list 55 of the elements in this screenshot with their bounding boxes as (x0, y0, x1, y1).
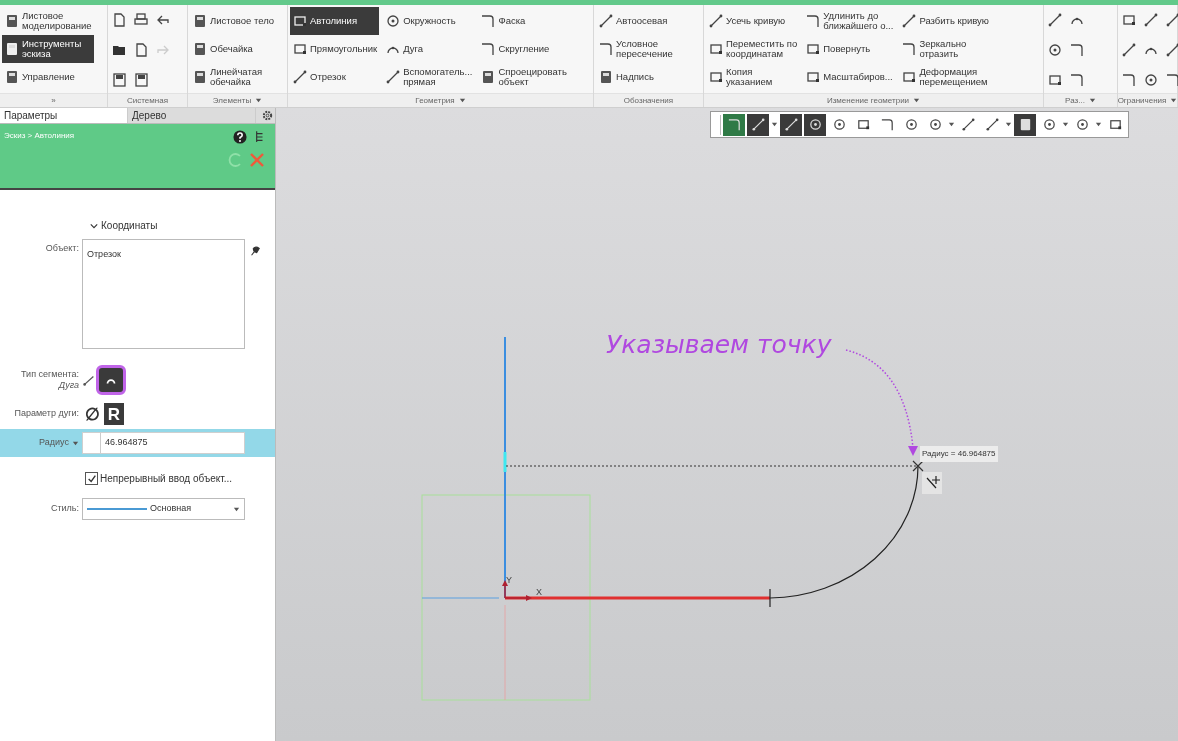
ribbon-tool[interactable]: Зеркально отразить (899, 35, 991, 63)
ribbon-tool[interactable]: Повернуть (803, 35, 896, 63)
ribbon-tool[interactable]: Прямоугольник (290, 35, 380, 63)
ribbon-tool[interactable]: Масштабиров... (803, 63, 896, 91)
group-label: » (51, 94, 56, 107)
field-label: Объект: (44, 242, 80, 255)
group-label: Элементы (212, 94, 252, 107)
section-title: Координаты (101, 219, 158, 233)
ribbon-tool[interactable]: Фаска (478, 7, 569, 35)
radius-field[interactable]: 46.964875 (82, 432, 245, 454)
ribbon-tool[interactable]: Отрезок (290, 63, 380, 91)
ribbon-tool[interactable]: Усечь кривую (706, 7, 800, 35)
ribbon-tool[interactable]: Копия указанием (706, 63, 800, 91)
radius-tooltip: Радиус = 46.964875 (920, 446, 998, 462)
toggle-button[interactable]: R (104, 403, 124, 425)
ribbon-tool[interactable]: Деформация перемещением (899, 63, 991, 91)
ribbon-tool[interactable]: Вспомогатель... прямая (383, 63, 475, 91)
object-list[interactable]: Отрезок (82, 239, 245, 349)
field-value: Дуга (58, 380, 79, 391)
ribbon-tool[interactable]: Условное пересечение (596, 35, 675, 63)
ribbon-tool[interactable]: Автоосевая (596, 7, 675, 35)
axis-label: X (536, 586, 542, 599)
group-label: Изменение геометрии (826, 94, 910, 107)
toggle-button[interactable]: ∅ (82, 403, 102, 425)
axis-label: Y (506, 574, 512, 587)
ribbon-tool[interactable]: Листовое моделирование (2, 7, 94, 35)
ribbon-tool[interactable]: Переместить по координатам (706, 35, 800, 63)
checkbox-label: Непрерывный ввод объект... (100, 472, 232, 486)
list-item[interactable]: Отрезок (87, 248, 240, 262)
group-label: Геометрия (415, 94, 455, 107)
ribbon-tool[interactable]: Обечайка (190, 35, 277, 63)
ribbon-tool[interactable]: Удлинить до ближайшего о... (803, 7, 896, 35)
field-label: Стиль: (49, 502, 80, 516)
group-label: Обозначения (623, 94, 674, 107)
field-label: Тип сегмента: (21, 369, 79, 380)
ribbon-tool[interactable]: Линейчатая обечайка (190, 63, 277, 91)
ribbon-tool[interactable]: Спроецировать объект (478, 63, 569, 91)
ribbon-tool[interactable]: Скругление (478, 35, 569, 63)
field-label: Радиус (39, 436, 69, 450)
ribbon-tool[interactable]: Разбить кривую (899, 7, 991, 35)
group-label: Ограничения (1117, 94, 1167, 107)
group-label: Системная (127, 94, 168, 107)
ribbon-tool[interactable]: Инструменты эскиза (2, 35, 94, 63)
field-label: Параметр дуги: (13, 407, 80, 421)
ribbon-tool[interactable]: Управление (2, 63, 94, 91)
annotation-text: Указываем точку (606, 329, 832, 361)
panel-tab[interactable]: Дерево (128, 108, 256, 123)
breadcrumb: Эскиз > Автолиния (4, 130, 75, 142)
group-label: Раз... (1065, 94, 1085, 107)
style-dropdown[interactable]: Основная (82, 498, 245, 520)
ribbon-tool[interactable]: Дуга (383, 35, 475, 63)
ribbon-tool[interactable]: Окружность (383, 7, 475, 35)
ribbon-tool[interactable]: Автолиния (290, 7, 380, 35)
ribbon-tool[interactable]: Надпись (596, 63, 675, 91)
ribbon-tool[interactable]: Листовое тело (190, 7, 277, 35)
